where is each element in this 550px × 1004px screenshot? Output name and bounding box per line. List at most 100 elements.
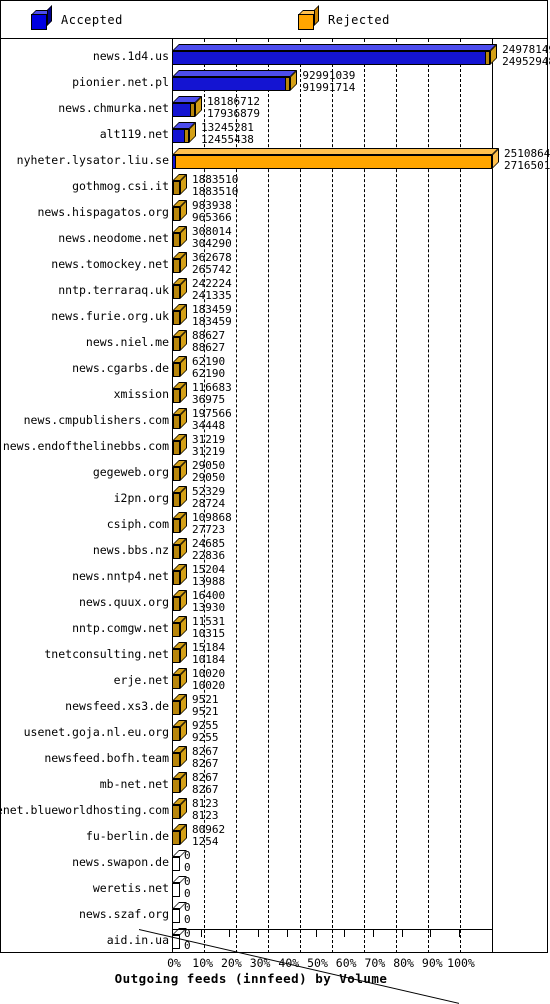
bar-accepted-value: 13988	[192, 575, 226, 588]
bar-value-labels: 29050 29050	[189, 459, 225, 485]
bar-row: newsfeed.xs3.de 9521 9521	[1, 693, 550, 719]
bar-row: usenet.goja.nl.eu.org 9255 9255	[1, 719, 550, 745]
bar-value-labels: 15184 10184	[189, 641, 225, 667]
bar-accepted-value: 9521	[192, 705, 219, 718]
bar-row: news.endofthelinebbs.com 31219 31219	[1, 433, 550, 459]
bar-zone: 00	[172, 901, 492, 927]
bar-zone: 983938 965366	[172, 199, 492, 225]
empty-bar	[172, 857, 180, 871]
bar-value-labels: 362678 265742	[189, 251, 232, 277]
bar-value-labels: 11531 10315	[189, 615, 225, 641]
bar-row-label: usenet.goja.nl.eu.org	[23, 725, 169, 739]
cube-icon	[298, 5, 319, 30]
bar-row: news.niel.me 88627 88627	[1, 329, 550, 355]
bar-zone: 24685 22836	[172, 537, 492, 563]
stacked-bar	[172, 564, 187, 585]
bar-segment-accepted	[172, 363, 174, 377]
bar-accepted-value: 62190	[192, 367, 226, 380]
bar-top-face	[172, 148, 499, 155]
bar-accepted-value: 10315	[192, 627, 226, 640]
bar-zone: 1883510 1883510	[172, 173, 492, 199]
bar-row: news.chmurka.net 18186712 17936879	[1, 95, 550, 121]
stacked-bar	[172, 434, 187, 455]
bar-row-label: gothmog.csi.it	[72, 179, 169, 193]
bar-zone: 00	[172, 875, 492, 901]
bar-segment-accepted	[172, 207, 174, 221]
bar-value-labels: 8267 8267	[189, 745, 219, 771]
bar-segment-accepted	[172, 77, 287, 91]
chart-frame: Accepted Rejected news.1d4.us 24978149824…	[0, 0, 550, 1004]
stacked-bar	[172, 694, 187, 715]
bar-value-labels: 2510864342716501	[501, 147, 550, 173]
stacked-bar	[172, 798, 187, 819]
bar-segment-accepted	[172, 155, 176, 169]
bar-row: news.furie.org.uk 183459 183459	[1, 303, 550, 329]
x-axis-ticklabels: 0% 10% 20% 30% 40% 50% 60% 70% 80% 90% 100%	[139, 956, 519, 972]
bar-row-label: weretis.net	[92, 881, 169, 895]
bar-value-labels: 10020 10020	[189, 667, 225, 693]
bar-segment-accepted	[172, 285, 174, 299]
bar-row: weretis.net 0 0	[1, 875, 550, 901]
axis-ticklabel: 40%	[278, 956, 300, 970]
bar-segment-accepted	[172, 337, 174, 351]
bar-accepted-value: 0	[184, 861, 191, 874]
bar-value-labels: 249781498249529481	[499, 43, 550, 69]
bar-value-labels: 9255 9255	[189, 719, 219, 745]
bar-row: news.swapon.de 0 0	[1, 849, 550, 875]
bar-row-label: nntp.comgw.net	[72, 621, 169, 635]
bar-row-label: nyheter.lysator.liu.se	[16, 153, 169, 167]
bar-value-labels: 62190 62190	[189, 355, 225, 381]
stacked-bar	[172, 278, 187, 299]
stacked-bar	[172, 304, 187, 325]
bar-row: newsfeed.bofh.team 8267 8267	[1, 745, 550, 771]
bar-row: xmission 116683 36975	[1, 381, 550, 407]
bar-accepted-value: 965366	[192, 211, 232, 224]
bar-zone: 8267 8267	[172, 771, 492, 797]
axis-ticklabel: 70%	[364, 956, 386, 970]
stacked-bar	[172, 122, 196, 143]
stacked-bar	[172, 408, 187, 429]
bar-row: usenet.blueworldhosting.com 8123 8123	[0, 797, 550, 823]
bar-row-label: newsfeed.xs3.de	[65, 699, 169, 713]
bar-row-label: news.tomockey.net	[51, 257, 169, 271]
bar-accepted-value: 183459	[192, 315, 232, 328]
axis-ticklabel: 80%	[393, 956, 414, 970]
bar-row-label: news.cmpublishers.com	[23, 413, 169, 427]
bar-segment-accepted	[172, 51, 487, 65]
axis-tick	[286, 929, 288, 937]
bar-row: tnetconsulting.net 15184 10184	[1, 641, 550, 667]
stacked-bar	[172, 538, 187, 559]
bar-row: pionier.net.pl 92991039 91991714	[1, 69, 550, 95]
cube-icon	[31, 5, 52, 30]
bar-value-labels: 92991039 91991714	[299, 69, 355, 95]
bar-zone: 308014 304290	[172, 225, 492, 251]
bar-segment-accepted	[172, 597, 174, 611]
bar-value-labels: 16400 13930	[189, 589, 225, 615]
stacked-bar	[172, 590, 187, 611]
bar-row-label: tnetconsulting.net	[44, 647, 169, 661]
axis-ticklabel: 10%	[192, 956, 214, 970]
bar-zone: 109868 27723	[172, 511, 492, 537]
bar-value-labels: 52329 28724	[189, 485, 225, 511]
bar-value-labels: 00	[181, 901, 191, 927]
axis-ticklabel: 60%	[335, 956, 357, 970]
legend-label-rejected: Rejected	[328, 13, 390, 27]
bar-row: nntp.terraraq.uk 242224 241335	[1, 277, 550, 303]
bar-accepted-value: 91991714	[302, 81, 356, 94]
bar-value-labels: 9521 9521	[189, 693, 219, 719]
bar-row-label: news.niel.me	[85, 335, 169, 349]
bar-accepted-value: 8267	[192, 783, 219, 796]
bar-row-label: news.endofthelinebbs.com	[2, 439, 169, 453]
stacked-bar	[172, 772, 187, 793]
bar-row-label: news.chmurka.net	[58, 101, 169, 115]
plot-area: news.1d4.us249781498249529481pionier.net…	[0, 39, 550, 1004]
axis-ticklabel: 20%	[221, 956, 242, 970]
stacked-bar	[172, 148, 499, 169]
bar-value-labels: 88627 88627	[189, 329, 225, 355]
bar-segment-accepted	[172, 415, 174, 429]
bar-zone: 10020 10020	[172, 667, 492, 693]
bar-value-labels: 15204 13988	[189, 563, 225, 589]
bar-accepted-value: 17936879	[207, 107, 261, 120]
bar-top-face	[172, 70, 298, 77]
bar-zone: 197566 34448	[172, 407, 492, 433]
